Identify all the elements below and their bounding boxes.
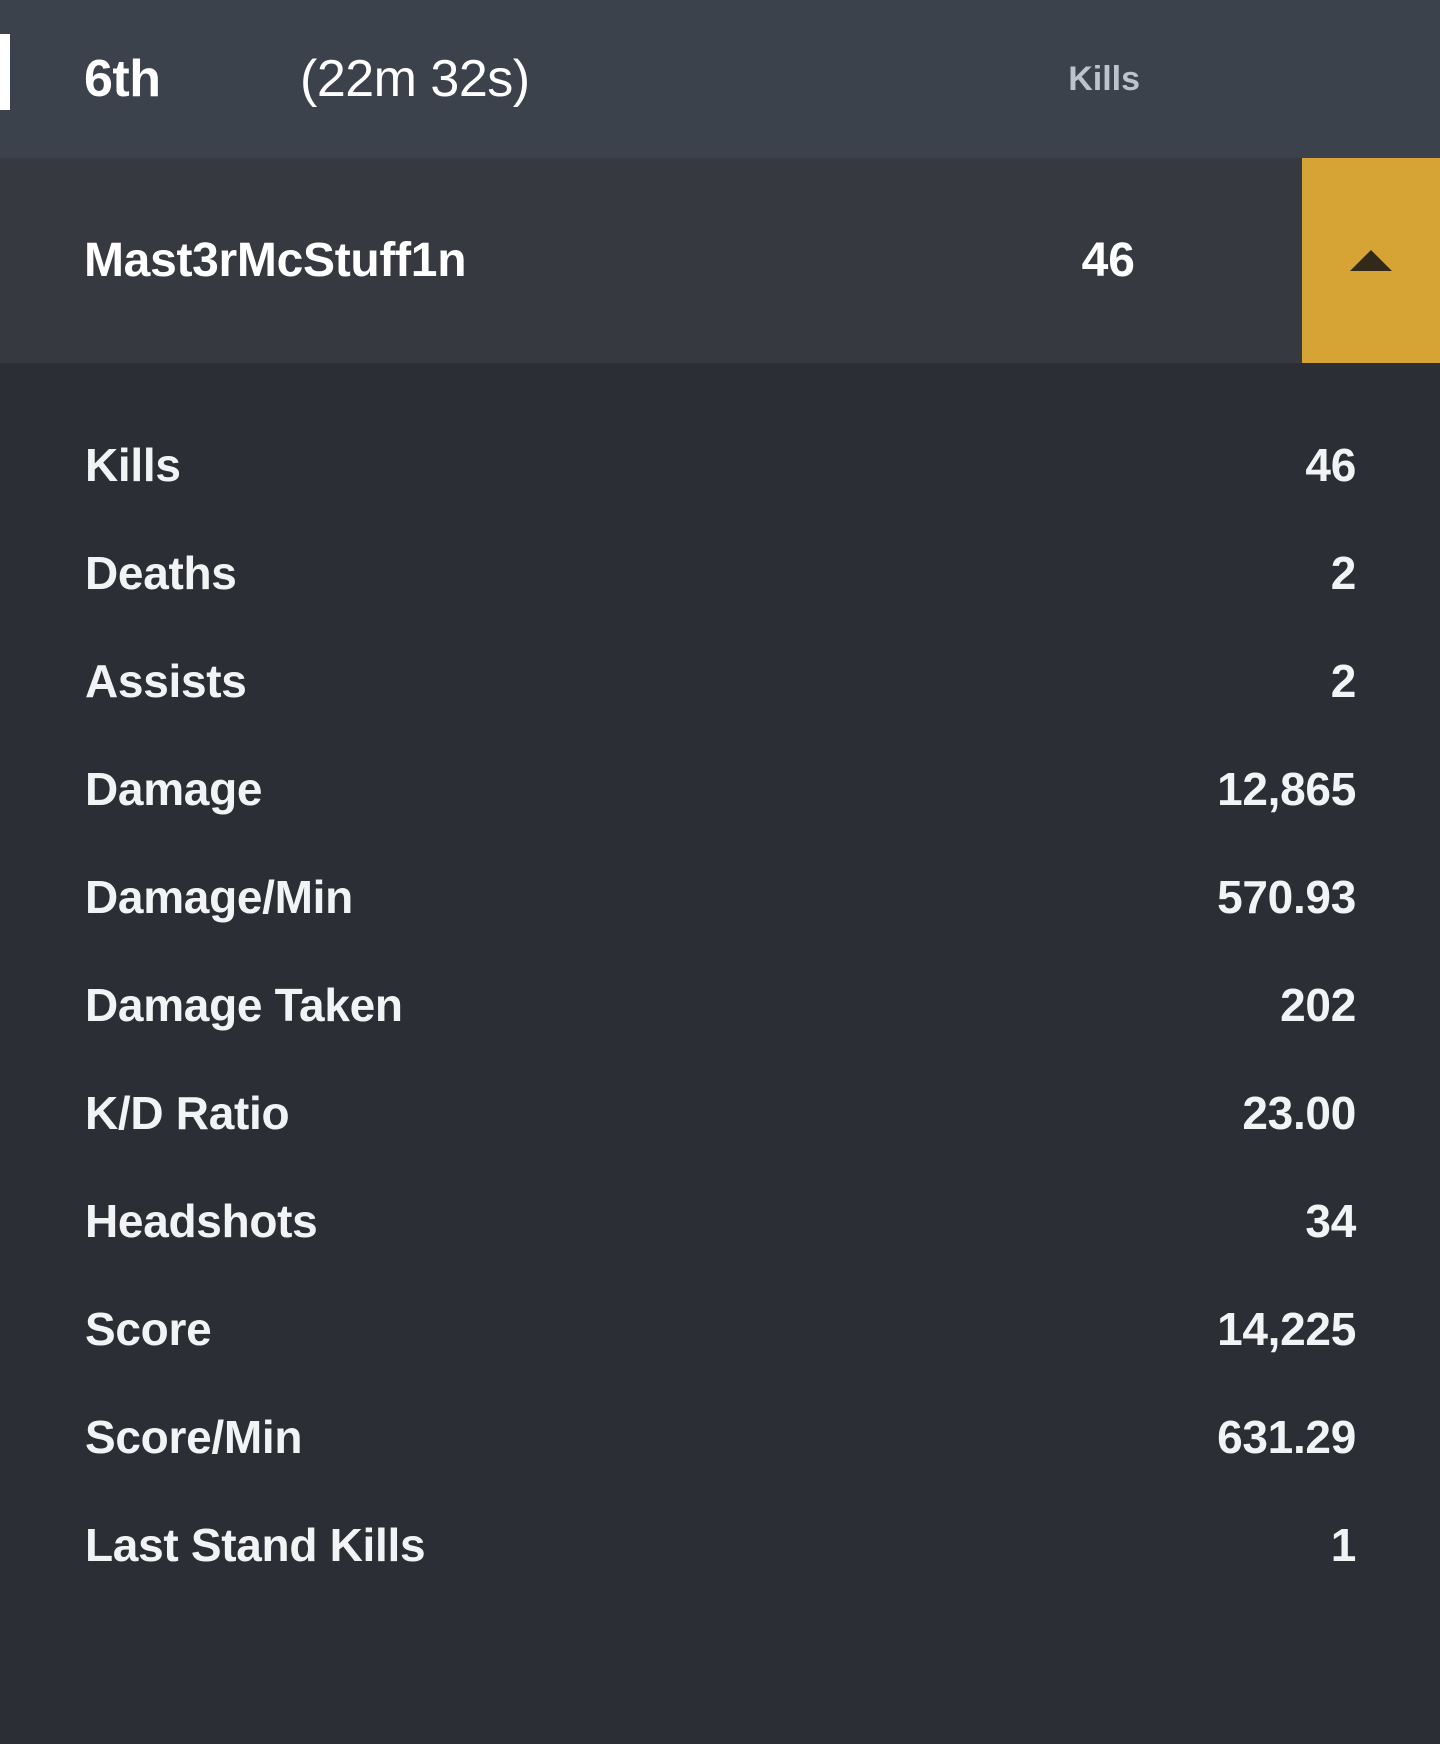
stat-value: 14,225 (1217, 1303, 1356, 1355)
player-summary-row[interactable]: Mast3rMcStuff1n 46 (0, 158, 1440, 363)
stat-label: K/D Ratio (85, 1087, 290, 1139)
stat-row: Score/Min 631.29 (0, 1383, 1440, 1491)
stat-label: Assists (85, 655, 247, 707)
stat-label: Score/Min (85, 1411, 303, 1463)
stat-row: Damage 12,865 (0, 735, 1440, 843)
stat-label: Last Stand Kills (85, 1519, 426, 1571)
caret-up-icon (1350, 250, 1392, 271)
stat-value: 631.29 (1217, 1411, 1356, 1463)
stat-row: Assists 2 (0, 627, 1440, 735)
stat-value: 23.00 (1242, 1087, 1356, 1139)
stat-row: K/D Ratio 23.00 (0, 1059, 1440, 1167)
stat-value: 46 (1305, 439, 1356, 491)
stat-label: Score (85, 1303, 212, 1355)
stat-value: 34 (1305, 1195, 1356, 1247)
stat-row: Damage/Min 570.93 (0, 843, 1440, 951)
stat-value: 2 (1330, 655, 1357, 707)
stat-label: Damage/Min (85, 871, 353, 923)
stat-label: Damage Taken (85, 979, 403, 1031)
match-detail-panel: 6th (22m 32s) Kills Mast3rMcStuff1n 46 K… (0, 0, 1440, 1744)
stat-label: Damage (85, 763, 263, 815)
metric-column-header: Kills (1068, 60, 1140, 98)
stat-value: 570.93 (1217, 871, 1356, 923)
stat-value: 202 (1280, 979, 1356, 1031)
player-metric-value: 46 (1081, 234, 1135, 287)
stat-label: Deaths (85, 547, 237, 599)
stat-row: Deaths 2 (0, 519, 1440, 627)
match-header: 6th (22m 32s) Kills (0, 0, 1440, 158)
expand-collapse-button[interactable] (1302, 158, 1440, 363)
stat-label: Kills (85, 439, 181, 491)
stat-row: Score 14,225 (0, 1275, 1440, 1383)
stat-value: 2 (1330, 547, 1357, 599)
stat-row: Kills 46 (0, 411, 1440, 519)
player-stats-list: Kills 46 Deaths 2 Assists 2 Damage 12,865 Damage… (0, 363, 1440, 1599)
stat-label: Headshots (85, 1195, 318, 1247)
stat-value: 12,865 (1217, 763, 1356, 815)
stat-row: Damage Taken 202 (0, 951, 1440, 1059)
stat-row: Last Stand Kills 1 (0, 1491, 1440, 1599)
stat-row: Headshots 34 (0, 1167, 1440, 1275)
stat-value: 1 (1330, 1519, 1357, 1571)
